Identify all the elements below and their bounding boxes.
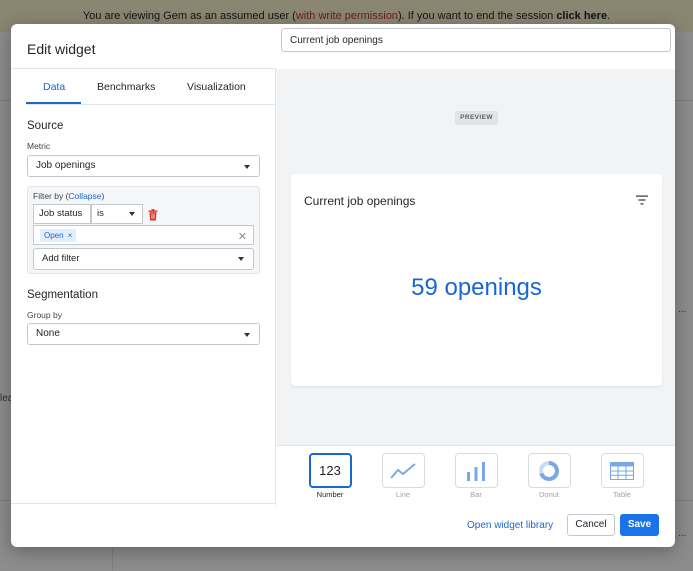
tab-data[interactable]: Data xyxy=(43,81,65,93)
visualization-picker: 123 Number Line Bar Donut Table xyxy=(276,445,675,505)
collapse-filter-link[interactable]: Collapse xyxy=(68,191,101,201)
filter-field-select[interactable]: Job status xyxy=(33,204,91,224)
viz-option-table[interactable]: Table xyxy=(600,453,644,499)
trash-icon[interactable] xyxy=(148,209,158,221)
filter-value-chip: Open × xyxy=(40,229,77,242)
settings-tabs: Data Benchmarks Visualization xyxy=(26,69,276,105)
table-icon xyxy=(610,461,634,480)
clear-values-icon[interactable]: ✕ xyxy=(238,228,247,246)
caret-down-icon xyxy=(244,333,250,337)
widget-title-input[interactable] xyxy=(281,28,671,52)
tab-benchmarks[interactable]: Benchmarks xyxy=(97,81,155,93)
save-button[interactable]: Save xyxy=(620,514,659,536)
viz-label: Table xyxy=(613,490,631,499)
metric-big-number: 59 openings xyxy=(411,274,542,301)
viz-option-line[interactable]: Line xyxy=(381,453,425,499)
source-heading: Source xyxy=(27,120,64,132)
add-filter-select[interactable]: Add filter xyxy=(33,248,254,270)
preview-panel: PREVIEW Current job openings 59 openings xyxy=(276,69,675,505)
caret-down-icon xyxy=(244,165,250,169)
chip-remove-icon[interactable]: × xyxy=(68,231,73,240)
filter-panel: Filter by (Collapse) Job status is ✕ Ope… xyxy=(27,186,260,274)
filter-icon[interactable] xyxy=(636,195,648,205)
cancel-button[interactable]: Cancel xyxy=(567,514,615,536)
settings-panel: Data Benchmarks Visualization Source Met… xyxy=(11,69,276,505)
metric-label: Metric xyxy=(27,141,51,151)
viz-label: Line xyxy=(395,490,411,499)
filter-operator-select[interactable]: is xyxy=(91,204,143,224)
open-widget-library-link[interactable]: Open widget library xyxy=(467,520,553,531)
donut-chart-icon xyxy=(539,460,559,481)
preview-card-title: Current job openings xyxy=(304,194,416,208)
widget-title-area xyxy=(276,25,675,69)
bar-chart-icon xyxy=(467,461,485,481)
segmentation-heading: Segmentation xyxy=(27,289,98,301)
number-glyph: 123 xyxy=(319,463,341,478)
metric-value: Job openings xyxy=(36,160,96,171)
group-by-value: None xyxy=(36,328,60,339)
caret-down-icon xyxy=(238,257,244,261)
viz-label: Bar xyxy=(470,490,482,499)
preview-card: Current job openings 59 openings xyxy=(291,174,662,386)
caret-down-icon xyxy=(129,212,135,216)
tab-visualization[interactable]: Visualization xyxy=(187,81,246,93)
viz-option-number[interactable]: 123 Number xyxy=(308,453,352,499)
line-chart-icon xyxy=(390,462,416,479)
chip-label: Open xyxy=(44,231,64,240)
modal-title: Edit widget xyxy=(27,41,96,57)
filter-by-label: Filter by (Collapse) xyxy=(33,191,105,201)
group-by-label: Group by xyxy=(27,310,62,320)
viz-label: Number xyxy=(316,490,344,499)
active-tab-indicator xyxy=(26,102,81,104)
modal-body: Data Benchmarks Visualization Source Met… xyxy=(11,25,675,505)
number-icon: 123 xyxy=(308,453,352,488)
viz-option-bar[interactable]: Bar xyxy=(454,453,498,499)
viz-label: Donut xyxy=(538,490,559,499)
add-filter-label: Add filter xyxy=(42,253,80,264)
viz-option-donut[interactable]: Donut xyxy=(527,453,571,499)
metric-select[interactable]: Job openings xyxy=(27,155,260,177)
filter-operator-value: is xyxy=(97,208,104,219)
edit-widget-modal: Edit widget Data Benchmarks Visualizatio… xyxy=(11,24,675,547)
group-by-select[interactable]: None xyxy=(27,323,260,345)
preview-badge: PREVIEW xyxy=(455,111,498,125)
